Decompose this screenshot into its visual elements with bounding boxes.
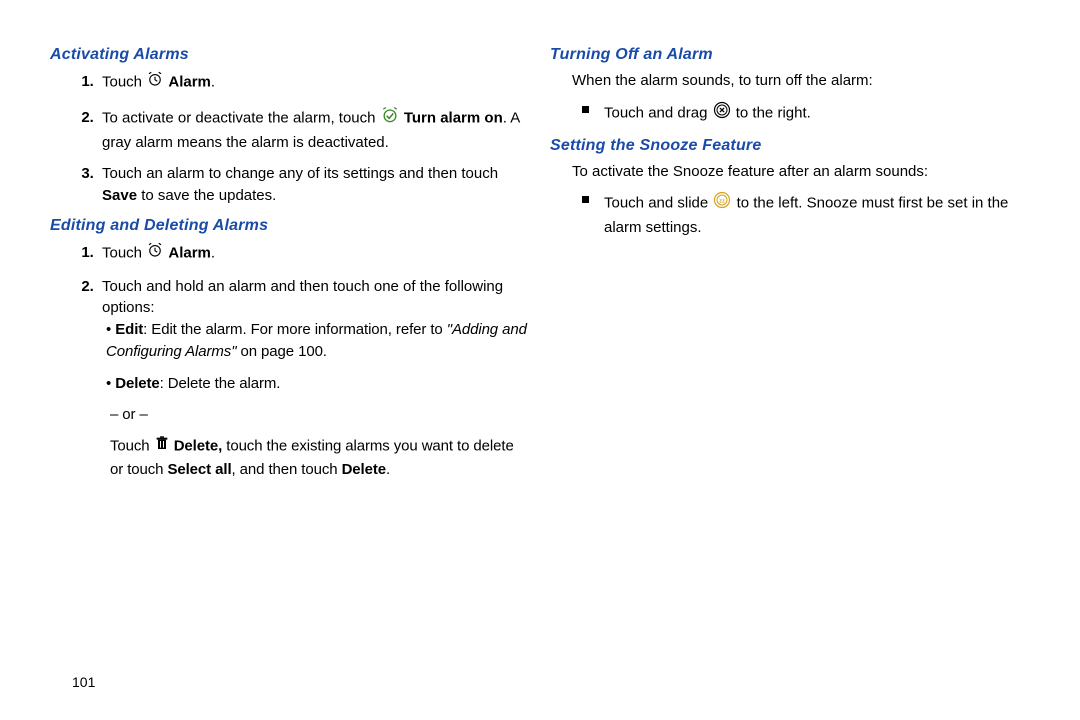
- sub-item: – or – Touch Delete, touch the existing …: [106, 404, 530, 480]
- list-item: Touch and drag to the right.: [582, 100, 1030, 127]
- alarm-clock-icon: [146, 241, 164, 266]
- or-divider: – or –: [110, 404, 530, 426]
- heading-turning-off: Turning Off an Alarm: [550, 46, 1030, 64]
- intro-text: To activate the Snooze feature after an …: [572, 161, 1030, 183]
- sub-item: Edit: Edit the alarm. For more informati…: [106, 319, 530, 363]
- text: Touch and drag: [604, 104, 712, 121]
- snooze-zz-icon: zz: [712, 190, 732, 217]
- step-item: To activate or deactivate the alarm, tou…: [98, 105, 530, 154]
- heading-activating-alarms: Activating Alarms: [50, 46, 530, 64]
- text: : Edit the alarm. For more information, …: [143, 321, 447, 338]
- text: To activate or deactivate the alarm, tou…: [102, 109, 380, 126]
- text: .: [386, 461, 390, 478]
- step-item: Touch an alarm to change any of its sett…: [98, 163, 530, 207]
- left-column: Activating Alarms Touch Alarm. To activa…: [50, 40, 530, 700]
- label: Alarm: [168, 73, 211, 90]
- snooze-list: Touch and slide zz to the left. Snooze m…: [550, 190, 1030, 239]
- manual-page: Activating Alarms Touch Alarm. To activa…: [0, 0, 1080, 720]
- label: Alarm: [168, 244, 211, 261]
- alarm-clock-icon: [146, 70, 164, 95]
- intro-text: When the alarm sounds, to turn off the a…: [572, 70, 1030, 92]
- list-item: Touch and slide zz to the left. Snooze m…: [582, 190, 1030, 239]
- label: Save: [102, 187, 137, 204]
- label: Delete,: [174, 437, 223, 454]
- text: Touch and slide: [604, 195, 712, 212]
- alarm-on-icon: [380, 105, 400, 132]
- text: .: [211, 73, 215, 90]
- text: , and then touch: [232, 461, 342, 478]
- turning-off-list: Touch and drag to the right.: [550, 100, 1030, 127]
- editing-deleting-steps: Touch Alarm. Touch and hold an alarm and…: [50, 241, 530, 481]
- heading-editing-deleting: Editing and Deleting Alarms: [50, 217, 530, 235]
- activating-alarms-steps: Touch Alarm. To activate or deactivate t…: [50, 70, 530, 207]
- right-column: Turning Off an Alarm When the alarm soun…: [550, 40, 1030, 700]
- label: Delete: [115, 375, 159, 392]
- text: to the right.: [736, 104, 811, 121]
- text: Touch: [110, 437, 154, 454]
- text: Touch: [102, 73, 146, 90]
- sub-options: Edit: Edit the alarm. For more informati…: [102, 319, 530, 481]
- heading-snooze: Setting the Snooze Feature: [550, 137, 1030, 155]
- trash-icon: [154, 434, 170, 459]
- text: .: [211, 244, 215, 261]
- svg-text:zz: zz: [719, 199, 725, 205]
- page-number: 101: [72, 674, 95, 690]
- step-item: Touch and hold an alarm and then touch o…: [98, 276, 530, 481]
- text: : Delete the alarm.: [160, 375, 281, 392]
- text: Touch an alarm to change any of its sett…: [102, 165, 498, 182]
- label: Turn alarm on: [404, 109, 503, 126]
- label: Delete: [342, 461, 386, 478]
- sub-item: Delete: Delete the alarm.: [106, 373, 530, 395]
- text: Touch and hold an alarm and then touch o…: [102, 278, 503, 317]
- alt-instruction: Touch Delete, touch the existing alarms …: [110, 434, 530, 481]
- text: on page 100.: [236, 343, 326, 360]
- label: Edit: [115, 321, 143, 338]
- text: Touch: [102, 244, 146, 261]
- step-item: Touch Alarm.: [98, 70, 530, 95]
- text: to save the updates.: [137, 187, 276, 204]
- label: Select all: [167, 461, 231, 478]
- step-item: Touch Alarm.: [98, 241, 530, 266]
- dismiss-circle-x-icon: [712, 100, 732, 127]
